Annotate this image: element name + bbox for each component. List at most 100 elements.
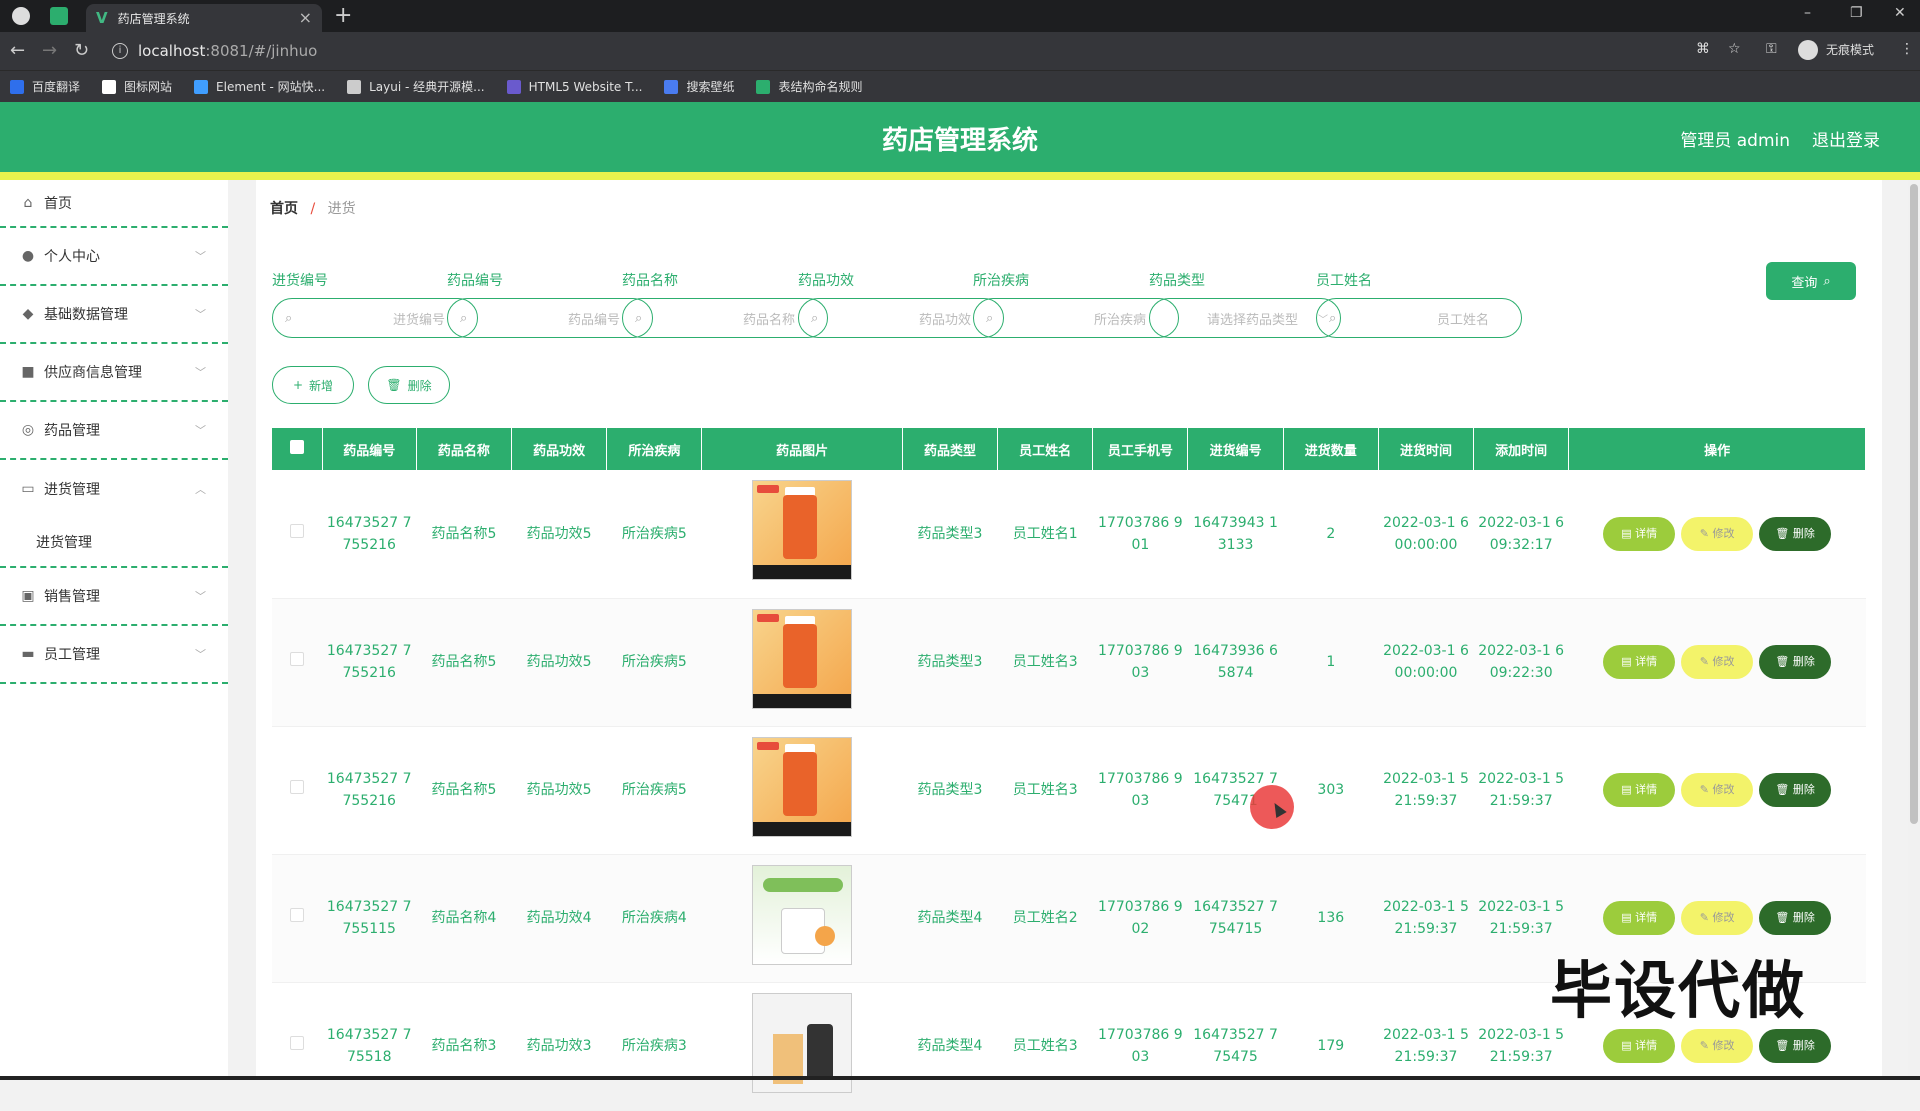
pinned-tab-icon[interactable]: [50, 7, 68, 25]
user-icon: ●: [21, 248, 35, 264]
sidebar-item-staff[interactable]: ▬ 员工管理 ﹀: [0, 626, 228, 684]
bookmark-item[interactable]: 图标网站: [102, 78, 172, 95]
bookmark-item[interactable]: HTML5 Website T...: [506, 79, 642, 94]
row-checkbox[interactable]: [290, 652, 305, 666]
minimize-icon[interactable]: –: [1804, 5, 1811, 21]
detail-button-label: 详情: [1635, 526, 1658, 540]
column-header: 药品类型: [902, 428, 999, 470]
row-checkbox[interactable]: [290, 780, 305, 794]
breadcrumb: 首页 / 进货: [270, 198, 356, 218]
star-icon[interactable]: ☆: [1728, 41, 1741, 57]
column-header: 药品编号: [322, 428, 417, 470]
page-scrollbar[interactable]: [1908, 180, 1920, 1080]
delete-button[interactable]: 🗑 删除: [1759, 1029, 1832, 1063]
cell-ptime: 2022-03-1 6 00:00:00: [1378, 470, 1474, 599]
search-icon: ⌕: [811, 310, 819, 326]
detail-button[interactable]: ▤ 详情: [1603, 645, 1676, 679]
filter-group: 员工姓名 ⌕ 员工姓名: [1316, 270, 1522, 338]
edit-button[interactable]: ✎ 修改: [1681, 773, 1754, 807]
delete-button[interactable]: 🗑 删除: [1759, 645, 1832, 679]
home-icon: ⌂: [23, 195, 33, 211]
new-tab-icon[interactable]: +: [334, 3, 352, 28]
more-icon[interactable]: ⋮: [1900, 41, 1914, 57]
filter-placeholder: 药品编号: [567, 312, 620, 328]
sidebar-item-personal-center[interactable]: ● 个人中心 ﹀: [0, 228, 228, 286]
delete-button[interactable]: 🗑 删除: [1759, 901, 1832, 935]
edit-button[interactable]: ✎ 修改: [1681, 1029, 1754, 1063]
bookmark-item[interactable]: Element - 网站快...: [194, 78, 325, 95]
add-button[interactable]: + 新增: [272, 366, 354, 404]
cell-type: 药品类型3: [902, 598, 998, 727]
detail-button[interactable]: ▤ 详情: [1603, 1029, 1676, 1063]
edit-button-label: 修改: [1712, 1039, 1735, 1052]
cell-ptime: 2022-03-1 5 21:59:37: [1378, 726, 1474, 855]
select-all-checkbox[interactable]: [289, 440, 304, 454]
bookmark-item[interactable]: 表结构命名规则: [756, 78, 862, 95]
trash-icon: 🗑: [1775, 655, 1793, 668]
scrollbar-thumb[interactable]: [1910, 184, 1918, 824]
edit-button[interactable]: ✎ 修改: [1681, 901, 1754, 935]
document-icon: ▤: [1621, 1039, 1636, 1052]
search-icon: ⌕: [635, 310, 643, 326]
delete-button-label: 删除: [407, 378, 432, 393]
cell-type: 药品类型4: [902, 982, 998, 1111]
edit-button[interactable]: ✎ 修改: [1681, 516, 1754, 551]
edit-button[interactable]: ✎ 修改: [1681, 645, 1754, 679]
sidebar-item-medicine[interactable]: ◎ 药品管理 ﹀: [0, 402, 228, 460]
restore-icon[interactable]: ❐: [1850, 5, 1863, 21]
sidebar-item-base-data[interactable]: ◆ 基础数据管理 ﹀: [0, 286, 228, 344]
close-tab-icon[interactable]: ×: [299, 8, 312, 27]
cell-pno: 16473936 65874: [1187, 598, 1284, 727]
delete-button[interactable]: 🗑 删除: [1759, 516, 1832, 551]
row-checkbox[interactable]: [290, 523, 305, 538]
app-header: 药店管理系统 管理员 admin 退出登录: [0, 102, 1920, 172]
row-checkbox[interactable]: [290, 908, 305, 922]
medicine-image-cell: [701, 726, 903, 855]
bookmark-item[interactable]: Layui - 经典开源模...: [347, 78, 485, 95]
browser-tab[interactable]: V 药店管理系统 ×: [86, 4, 322, 32]
cell-type: 药品类型3: [902, 470, 998, 599]
row-checkbox[interactable]: [290, 1036, 305, 1050]
back-icon[interactable]: ←: [10, 40, 25, 61]
chrome-menu-icon[interactable]: [12, 7, 30, 25]
detail-button[interactable]: ▤ 详情: [1603, 773, 1676, 807]
bookmark-item[interactable]: 搜索壁纸: [664, 78, 734, 95]
pencil-icon: ✎: [1699, 1039, 1713, 1052]
sidebar-item-purchase[interactable]: ▭ 进货管理 ︿: [0, 460, 228, 518]
cell-disease: 所治疾病4: [606, 854, 702, 983]
close-window-icon[interactable]: ✕: [1894, 5, 1906, 21]
cell-effect: 药品功效4: [511, 854, 607, 983]
actions-cell: ▤ 详情 ✎ 修改 🗑 删除: [1568, 726, 1866, 855]
batch-delete-button[interactable]: 🗑 删除: [368, 366, 450, 404]
cell-disease: 所治疾病5: [606, 726, 702, 855]
sidebar-item-sales[interactable]: ▣ 销售管理 ﹀: [0, 568, 228, 626]
medicine-type-select[interactable]: 请选择药品类型 ﹀: [1149, 298, 1341, 338]
sidebar-subitem-purchase[interactable]: 进货管理: [0, 518, 228, 568]
key-icon[interactable]: ⚿: [1766, 41, 1777, 57]
bookmark-favicon-icon: [102, 79, 117, 94]
pencil-icon: ✎: [1699, 783, 1713, 796]
search-icon: ⌕: [460, 310, 468, 326]
query-button[interactable]: 查询 ⌕: [1766, 262, 1856, 300]
url-field[interactable]: i localhost:8081/#/jinhuo: [112, 38, 1672, 64]
delete-button[interactable]: 🗑 删除: [1759, 773, 1832, 807]
delete-button-label: 删除: [1792, 526, 1815, 540]
translate-icon[interactable]: ⌘: [1696, 41, 1710, 57]
forward-icon[interactable]: →: [42, 40, 57, 61]
bookmark-label: 搜索壁纸: [686, 80, 735, 94]
document-icon: ▤: [1621, 655, 1636, 668]
sidebar-item-supplier[interactable]: ■ 供应商信息管理 ﹀: [0, 344, 228, 402]
breadcrumb-home[interactable]: 首页: [270, 201, 298, 217]
info-icon[interactable]: i: [112, 43, 128, 59]
filter-input[interactable]: ⌕ 员工姓名: [1316, 298, 1522, 338]
trash-icon: 🗑: [1775, 783, 1793, 796]
detail-button[interactable]: ▤ 详情: [1603, 516, 1676, 551]
reload-icon[interactable]: ↻: [74, 40, 89, 61]
logout-link[interactable]: 退出登录: [1812, 126, 1880, 151]
column-header: 操作: [1568, 428, 1866, 470]
pencil-icon: ✎: [1699, 655, 1713, 668]
detail-button[interactable]: ▤ 详情: [1603, 901, 1676, 935]
incognito-icon[interactable]: [1798, 40, 1818, 60]
sidebar-item-home[interactable]: ⌂ 首页: [0, 180, 228, 228]
bookmark-item[interactable]: 百度翻译: [10, 78, 80, 95]
